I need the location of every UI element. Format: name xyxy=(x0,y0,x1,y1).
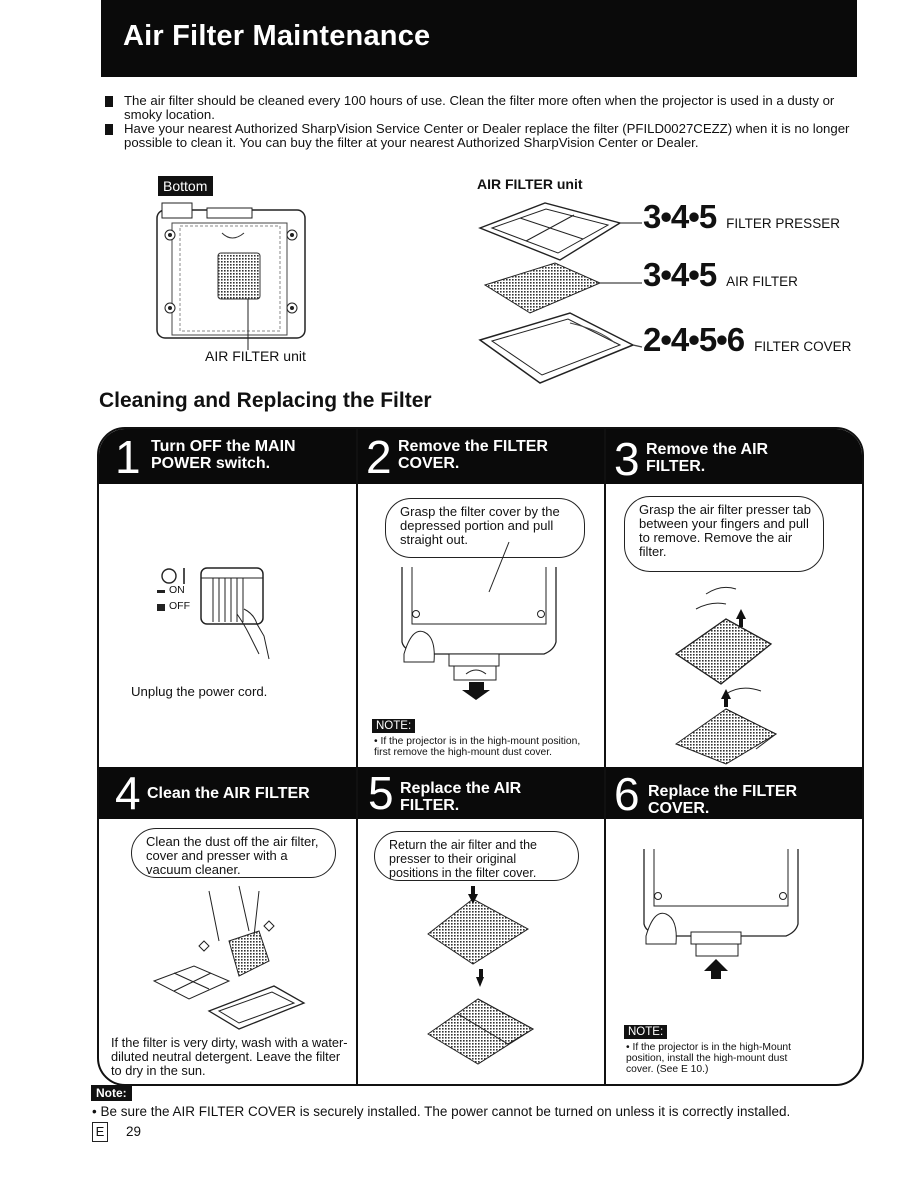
step-4-body: Clean the dust off the air filter, cover… xyxy=(99,819,356,1084)
page-title: Air Filter Maintenance xyxy=(123,20,431,52)
footer-note-text: • Be sure the AIR FILTER COVER is secure… xyxy=(92,1104,791,1119)
bottom-view-caption: AIR FILTER unit xyxy=(205,348,306,364)
switch-off-label: OFF xyxy=(169,600,190,612)
bullet-square-icon xyxy=(105,124,113,135)
step-1-header: 1 Turn OFF the MAIN POWER switch. xyxy=(99,429,356,484)
step-2-header: 2 Remove the FILTER COVER. xyxy=(358,429,604,484)
step-2-instruction-bubble: Grasp the filter cover by the depressed … xyxy=(385,498,585,558)
part-name: FILTER PRESSER xyxy=(726,216,840,231)
remove-filter-illustration xyxy=(674,586,778,765)
part-name: AIR FILTER xyxy=(726,274,798,289)
bottom-view-label: Bottom xyxy=(158,176,214,196)
part-row-filter-presser: 3•4•5 FILTER PRESSER xyxy=(643,198,840,236)
step-6-body: NOTE: • If the projector is in the high-… xyxy=(606,819,862,1084)
title-bar: Air Filter Maintenance xyxy=(101,0,857,77)
intro-bullet: The air filter should be cleaned every 1… xyxy=(104,94,864,122)
step-number: 5 xyxy=(368,767,394,819)
part-step-numbers: 2•4•5•6 xyxy=(643,321,745,358)
step-5-header: 5 Replace the AIR FILTER. xyxy=(358,767,604,819)
step-title: Replace the AIR FILTER. xyxy=(400,780,522,814)
step-number: 4 xyxy=(115,767,141,819)
step-2-body: Grasp the filter cover by the depressed … xyxy=(358,484,604,767)
step-5-instruction-bubble: Return the air filter and the presser to… xyxy=(374,831,579,881)
step-title: Clean the AIR FILTER xyxy=(147,785,310,802)
switch-on-label: ON xyxy=(169,584,185,596)
part-step-numbers: 3•4•5 xyxy=(643,256,717,293)
bullet-square-icon xyxy=(105,96,113,107)
note-label: NOTE: xyxy=(624,1025,668,1039)
step-number: 2 xyxy=(366,431,392,483)
filter-unit-exploded-illustration xyxy=(478,202,643,384)
replace-cover-illustration xyxy=(643,849,799,979)
page-number: 29 xyxy=(126,1124,142,1139)
footer-note-label: Note: xyxy=(91,1085,132,1101)
step-6-note: • If the projector is in the high-Mount … xyxy=(626,1042,792,1075)
replace-filter-illustration xyxy=(427,886,535,1065)
filter-unit-title: AIR FILTER unit xyxy=(477,176,583,192)
remove-cover-illustration xyxy=(401,541,557,700)
part-row-filter-cover: 2•4•5•6 FILTER COVER xyxy=(643,321,851,359)
part-row-air-filter: 3•4•5 AIR FILTER xyxy=(643,256,798,294)
projector-bottom-illustration xyxy=(156,202,306,350)
step-1-instruction: Unplug the power cord. xyxy=(131,684,268,699)
step-4-header: 4 Clean the AIR FILTER xyxy=(99,767,356,819)
step-title: Remove the AIR FILTER. xyxy=(646,441,769,475)
step-5-body: Return the air filter and the presser to… xyxy=(358,819,604,1084)
section-title: Cleaning and Replacing the Filter xyxy=(99,389,432,412)
step-number: 6 xyxy=(614,768,640,820)
step-6-header: 6 Replace the FILTER COVER. xyxy=(606,767,862,820)
language-mark: E xyxy=(92,1122,108,1142)
step-3-instruction-bubble: Grasp the air filter presser tab between… xyxy=(624,496,824,572)
air-filter-drawing xyxy=(483,262,642,314)
step-title: Remove the FILTER COVER. xyxy=(398,438,548,472)
step-4-instruction-bubble: Clean the dust off the air filter, cover… xyxy=(131,828,336,878)
part-step-numbers: 3•4•5 xyxy=(643,198,717,235)
note-label: NOTE: xyxy=(372,719,416,733)
part-name: FILTER COVER xyxy=(754,339,852,354)
step-1-body: ON OFF Unplug the power cord. xyxy=(99,484,356,767)
intro-list: The air filter should be cleaned every 1… xyxy=(104,94,864,150)
step-number: 3 xyxy=(614,433,640,485)
intro-bullet: Have your nearest Authorized SharpVision… xyxy=(104,122,864,150)
step-4-instruction: If the filter is very dirty, wash with a… xyxy=(111,1035,348,1078)
step-3-body: Grasp the air filter presser tab between… xyxy=(606,484,862,767)
filter-presser-drawing xyxy=(478,202,642,261)
steps-panel: 1 Turn OFF the MAIN POWER switch. 2 Remo… xyxy=(97,427,864,1086)
step-2-note: • If the projector is in the high-mount … xyxy=(374,736,581,758)
step-title: Replace the FILTER COVER. xyxy=(648,783,798,817)
step-title: Turn OFF the MAIN POWER switch. xyxy=(151,438,296,472)
power-switch-illustration xyxy=(157,567,270,660)
step-3-header: 3 Remove the AIR FILTER. xyxy=(606,429,862,485)
vacuum-cleaning-illustration xyxy=(152,885,306,1030)
step-number: 1 xyxy=(115,431,141,483)
filter-cover-drawing xyxy=(478,312,643,384)
